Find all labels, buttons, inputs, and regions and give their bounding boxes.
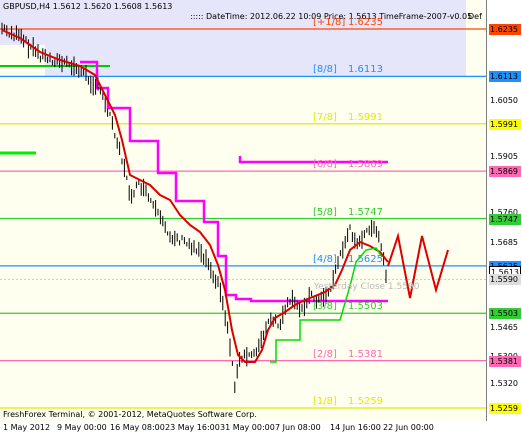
chart-window[interactable]: GBPUSD,H4 1.5612 1.5620 1.5608 1.5613 ::…: [0, 0, 522, 437]
murrey-level-label: [3/8]: [313, 301, 337, 313]
time-axis[interactable]: 1 May 2012 9 May 00:00 16 May 08:00 23 May …: [0, 421, 522, 437]
price-tag: 1.5381: [489, 355, 521, 367]
magenta-step-line: [80, 60, 388, 303]
time-tick-label: 22 Jun 00:00: [383, 423, 434, 432]
murrey-level-price: 1.5381: [348, 348, 383, 360]
copyright-text: FreshForex Terminal, © 2001-2012, MetaQu…: [3, 410, 257, 419]
murrey-level-label: [7/8]: [313, 111, 337, 123]
murrey-level-price: 1.5625: [348, 253, 383, 265]
time-tick-label: 23 May 16:00: [165, 423, 220, 432]
murrey-level-label: [4/8]: [313, 253, 337, 265]
time-tick-label: 9 May 00:00: [57, 423, 107, 432]
murrey-level-label: [1/8]: [313, 396, 337, 407]
time-tick-label: 16 May 08:00: [110, 423, 165, 432]
murrey-level-price: 1.5991: [348, 111, 383, 123]
murrey-level-price: 1.6113: [348, 64, 383, 76]
plot-area[interactable]: GBPUSD,H4 1.5612 1.5620 1.5608 1.5613 ::…: [0, 0, 487, 422]
price-tick-label: 1.5905: [490, 152, 518, 162]
price-tag: 1.5869: [489, 166, 521, 178]
price-tag: 1.5747: [489, 213, 521, 225]
murrey-level-price: 1.6235: [348, 17, 383, 28]
murrey-level-label: [8/8]: [313, 64, 337, 76]
info-trailing: Def: [468, 12, 482, 21]
price-tag: 1.6113: [489, 71, 521, 83]
price-tag: 1.6235: [489, 24, 521, 35]
price-tick-label: 1.5465: [490, 323, 518, 332]
price-tick-label: 1.6050: [490, 95, 518, 105]
time-tick-label: 7 Jun 08:00: [275, 423, 321, 432]
murrey-level-price: 1.5259: [348, 396, 383, 407]
price-tag: 1.5259: [489, 403, 521, 414]
price-tag: 1.5991: [489, 118, 521, 130]
time-tick-label: 1 May 2012: [3, 423, 51, 432]
time-tick-label: 14 Jun 16:00: [330, 423, 381, 432]
murrey-level-label: [+1/8]: [313, 17, 346, 28]
time-tick-label: 31 May 00:00: [220, 423, 275, 432]
murrey-level-label: [2/8]: [313, 348, 337, 360]
price-chart[interactable]: [0, 0, 486, 421]
price-tag: 1.5590: [489, 274, 521, 286]
murrey-level-price: 1.5747: [348, 206, 383, 218]
murrey-level-price: 1.5503: [348, 301, 383, 313]
price-tick-label: 1.5320: [490, 379, 518, 389]
symbol-ohlc: GBPUSD,H4 1.5612 1.5620 1.5608 1.5613: [3, 2, 173, 11]
murrey-level-label: [6/8]: [313, 159, 337, 171]
price-tag: 1.5503: [489, 308, 521, 320]
yesterday-close-label: Yesterday Close 1.5590: [314, 282, 420, 292]
murrey-level-price: 1.5869: [348, 159, 383, 171]
murrey-level-label: [5/8]: [313, 206, 337, 218]
price-tick-label: 1.5685: [490, 237, 518, 247]
